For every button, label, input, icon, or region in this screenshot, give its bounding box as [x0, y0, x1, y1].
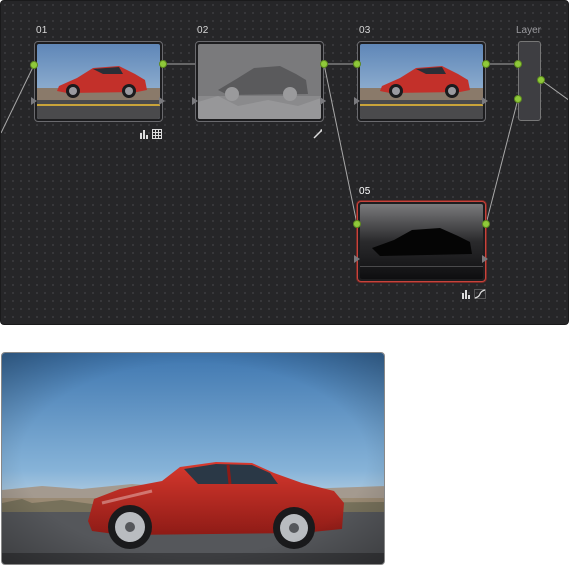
- node-01[interactable]: [34, 41, 163, 122]
- layer-node-label: Layer: [516, 25, 542, 36]
- node-05-badges: [462, 289, 486, 299]
- node-02-key-output[interactable]: [320, 97, 326, 105]
- curves-icon: [474, 289, 486, 299]
- link-05-layer[interactable]: [485, 98, 519, 225]
- node-01-key-output[interactable]: [159, 97, 165, 105]
- node-05-output-port[interactable]: [482, 220, 490, 228]
- node-editor[interactable]: 01 02 03 05 Layer: [0, 0, 569, 325]
- node-05-key-input[interactable]: [354, 255, 360, 263]
- node-02-output-port[interactable]: [320, 60, 328, 68]
- bars-icon: [462, 290, 470, 299]
- link-layer-output[interactable]: [540, 79, 569, 101]
- node-01-key-input[interactable]: [31, 97, 37, 105]
- node-label-01: 01: [36, 25, 48, 36]
- node-01-output-port[interactable]: [159, 60, 167, 68]
- node-label-02: 02: [197, 25, 209, 36]
- node-05-key-output[interactable]: [482, 255, 488, 263]
- pen-icon: [313, 129, 322, 139]
- bars-icon: [140, 130, 148, 139]
- node-thumbnail-01: [37, 44, 160, 119]
- node-05-input-port[interactable]: [353, 220, 361, 228]
- node-03-output-port[interactable]: [482, 60, 490, 68]
- node-03-key-input[interactable]: [354, 97, 360, 105]
- link-02-05[interactable]: [323, 63, 358, 225]
- node-01-badges: [140, 129, 162, 139]
- node-02-key-input[interactable]: [192, 97, 198, 105]
- layer-input-port-1[interactable]: [514, 60, 522, 68]
- link-source-01[interactable]: [1, 64, 35, 134]
- node-thumbnail-03: [360, 44, 483, 119]
- node-01-input-port[interactable]: [30, 61, 38, 69]
- node-05[interactable]: [357, 201, 486, 282]
- node-02-badges: [313, 129, 323, 139]
- viewer-preview-image: [1, 352, 385, 565]
- node-03-key-output[interactable]: [482, 97, 488, 105]
- grid-icon: [152, 129, 162, 139]
- node-03[interactable]: [357, 41, 486, 122]
- node-02[interactable]: [195, 41, 324, 122]
- node-label-03: 03: [359, 25, 371, 36]
- layer-output-port[interactable]: [537, 76, 545, 84]
- node-thumbnail-05: [360, 204, 483, 279]
- node-03-input-port[interactable]: [353, 60, 361, 68]
- layer-input-port-2[interactable]: [514, 95, 522, 103]
- node-label-05: 05: [359, 186, 371, 197]
- node-thumbnail-02: [198, 44, 321, 119]
